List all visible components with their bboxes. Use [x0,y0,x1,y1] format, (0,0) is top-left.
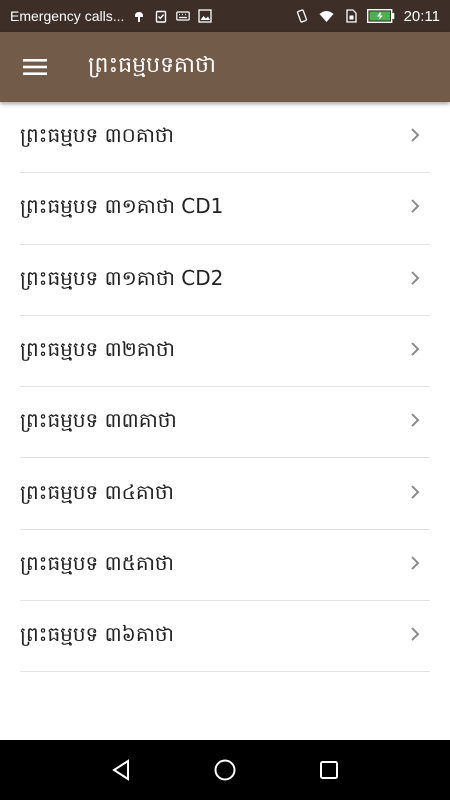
list-item-label: ព្រះធម្មបទ ៣៦គាថា [20,622,174,647]
list-item-30-gatha[interactable]: ព្រះធម្មបទ ៣០គាថា [20,102,430,174]
status-left: Emergency calls... [10,8,295,24]
list-item-32-gatha[interactable]: ព្រះធម្មបទ ៣២គាថា [20,316,430,388]
list-item-35-gatha[interactable]: ព្រះធម្មបទ ៣៥គាថា [20,530,430,602]
clock-time: 20:11 [403,7,440,25]
list-item-label: ព្រះធម្មបទ ៣៣គាថា [20,408,177,433]
wifi-icon [319,11,334,22]
recents-icon [320,761,338,779]
chevron-right-icon [411,484,420,499]
chevron-right-icon [411,271,420,285]
list-item-33-gatha[interactable]: ព្រះធម្មបទ ៣៣គាថា [20,387,430,459]
list-item-label: ព្រះធម្មបទ ៣២គាថា [20,337,175,362]
chevron-right-icon [411,199,420,214]
status-right: 20:11 [295,8,440,25]
chevron-right-icon [411,627,420,642]
app-bar: ព្រះធម្មបទគាថា [0,32,450,102]
chevron-right-icon [411,413,420,428]
list-item-label: ព្រះធម្មបទ ៣៥គាថា [20,550,174,575]
image-icon [198,9,213,23]
clipboard-icon [156,10,167,23]
app-title: ព្រះធម្មបទគាថា [88,53,216,78]
battery-charging-icon [366,9,394,23]
keyboard-icon [176,11,191,21]
android-debug-icon [135,12,144,22]
chevron-right-icon [411,342,420,356]
list-item-36-gatha[interactable]: ព្រះធម្មបទ ៣៦គាថា [20,601,430,673]
system-navigation-bar [0,740,450,800]
list-item-34-gatha[interactable]: ព្រះធម្មបទ ៣៤គាថា [20,458,430,530]
list-item-31-gatha-cd2[interactable]: ព្រះធម្មបទ ៣១គាថា CD2 [20,245,430,316]
chevron-right-icon [411,128,420,142]
gatha-list: ព្រះធម្មបទ ៣០គាថា ព្រះធម្មបទ ៣១គាថា CD1 … [0,102,450,673]
recents-button[interactable] [316,757,342,783]
home-icon [214,759,236,781]
status-bar: Emergency calls... 20:11 [0,0,450,32]
sim-icon [345,9,357,23]
home-button[interactable] [212,757,238,783]
list-item-label: ព្រះធម្មបទ ៣១គាថា CD2 [20,265,224,290]
list-item-label: ព្រះធម្មបទ ៣០គាថា [20,123,174,148]
list-item-label: ព្រះធម្មបទ ៣១គាថា CD1 [20,194,224,219]
chevron-right-icon [411,556,420,570]
back-button[interactable] [108,757,134,783]
back-icon [112,759,129,781]
list-item-31-gatha-cd1[interactable]: ព្រះធម្មបទ ៣១គាថា CD1 [20,173,430,245]
hamburger-menu-icon [23,59,47,75]
hamburger-menu-button[interactable] [0,32,70,102]
vibrate-icon [296,9,307,23]
notification-text: Emergency calls... [10,8,125,24]
list-item-label: ព្រះធម្មបទ ៣៤គាថា [20,479,174,504]
